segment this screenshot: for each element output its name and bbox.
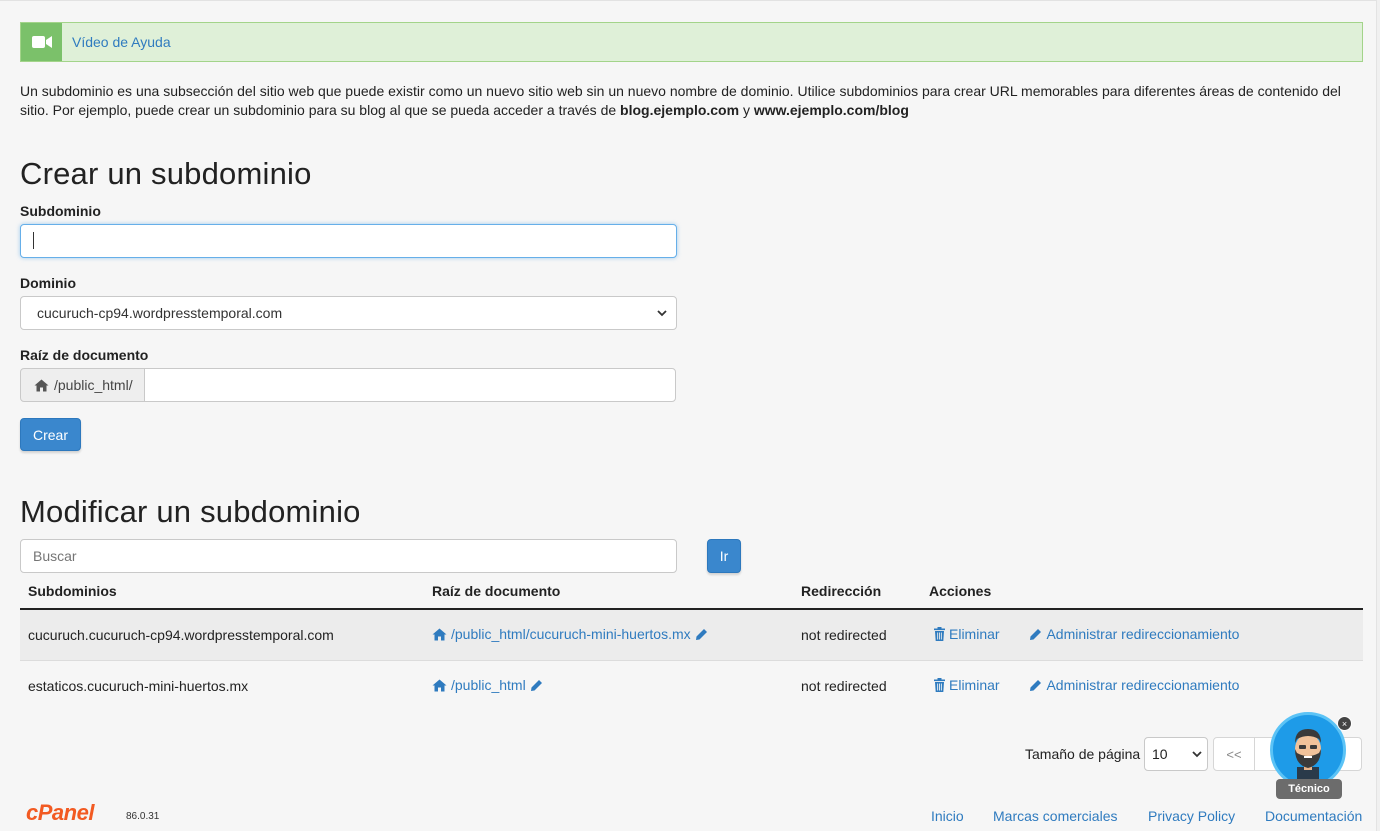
trash-icon <box>934 677 945 692</box>
top-divider <box>0 0 1380 1</box>
pencil-icon <box>1029 679 1042 692</box>
video-camera-icon <box>21 23 62 61</box>
row-redirect: not redirected <box>793 609 921 661</box>
home-icon <box>34 379 49 392</box>
subdomain-label: Subdominio <box>20 203 101 219</box>
row-subdomain: estaticos.cucuruch-mini-huertos.mx <box>20 660 424 711</box>
text-cursor <box>33 232 34 249</box>
page-size-value: 10 <box>1152 746 1168 762</box>
domain-label: Dominio <box>20 275 76 291</box>
footer-link-trademarks[interactable]: Marcas comerciales <box>993 808 1117 824</box>
delete-link[interactable]: Eliminar <box>934 677 1000 693</box>
go-button[interactable]: Ir <box>707 539 741 573</box>
page-scrollbar[interactable] <box>1376 0 1380 831</box>
home-icon <box>432 628 447 641</box>
create-button[interactable]: Crear <box>20 418 81 451</box>
subdomains-table: Subdominios Raíz de documento Redirecció… <box>20 573 1363 711</box>
pencil-icon <box>1029 628 1042 641</box>
row-redirect: not redirected <box>793 660 921 711</box>
page-size-label: Tamaño de página <box>1025 746 1141 762</box>
assistant-label[interactable]: Técnico <box>1276 779 1342 799</box>
cpanel-version: 86.0.31 <box>126 811 160 822</box>
table-header: Subdominios Raíz de documento Redirecció… <box>20 573 1363 610</box>
table-row: cucuruch.cucuruch-cp94.wordpresstemporal… <box>20 609 1363 661</box>
home-icon <box>432 679 447 692</box>
docroot-link[interactable]: /public_html <box>432 677 543 693</box>
domain-selected-value: cucuruch-cp94.wordpresstemporal.com <box>37 305 283 321</box>
chevron-down-icon <box>656 306 668 323</box>
cpanel-logo[interactable]: cPanel <box>26 800 94 826</box>
page-size-select[interactable]: 10 <box>1144 737 1208 771</box>
help-video-bar[interactable]: Vídeo de Ayuda <box>20 22 1363 62</box>
table-row: estaticos.cucuruch-mini-huertos.mx /publ… <box>20 660 1363 711</box>
column-redirect[interactable]: Redirección <box>793 573 921 610</box>
column-docroot[interactable]: Raíz de documento <box>424 573 793 610</box>
domain-select[interactable]: cucuruch-cp94.wordpresstemporal.com <box>20 296 677 330</box>
first-page-button[interactable]: << <box>1213 737 1255 771</box>
example-path: www.ejemplo.com/blog <box>753 102 909 118</box>
modify-title: Modificar un subdominio <box>20 494 361 529</box>
docroot-prefix-text: /public_html/ <box>54 377 133 393</box>
row-subdomain: cucuruch.cucuruch-cp94.wordpresstemporal… <box>20 609 424 661</box>
docroot-prefix: /public_html/ <box>20 368 145 402</box>
trash-icon <box>934 626 945 641</box>
footer-link-privacy[interactable]: Privacy Policy <box>1148 808 1235 824</box>
help-video-link[interactable]: Vídeo de Ayuda <box>72 34 171 50</box>
close-icon[interactable]: × <box>1337 716 1352 731</box>
delete-link[interactable]: Eliminar <box>934 626 1000 642</box>
example-subdomain: blog.ejemplo.com <box>620 102 740 118</box>
docroot-link[interactable]: /public_html/cucuruch-mini-huertos.mx <box>432 626 708 642</box>
pencil-icon[interactable] <box>695 628 708 641</box>
docroot-label: Raíz de documento <box>20 347 149 363</box>
pencil-icon[interactable] <box>530 679 543 692</box>
manage-redirect-link[interactable]: Administrar redireccionamiento <box>1029 626 1239 642</box>
technician-avatar[interactable] <box>1270 712 1346 788</box>
manage-redirect-link[interactable]: Administrar redireccionamiento <box>1029 677 1239 693</box>
create-title: Crear un subdominio <box>20 156 312 191</box>
docroot-input[interactable] <box>144 368 676 402</box>
support-assistant-widget[interactable]: × Técnico <box>1268 712 1352 802</box>
footer-link-home[interactable]: Inicio <box>931 808 964 824</box>
footer-link-docs[interactable]: Documentación <box>1265 808 1362 824</box>
intro-text: Un subdominio es una subsección del siti… <box>20 83 1341 118</box>
chevron-down-icon <box>1191 747 1203 764</box>
subdomain-input[interactable] <box>20 224 677 258</box>
column-actions: Acciones <box>921 573 1363 610</box>
search-input[interactable] <box>20 539 677 573</box>
column-subdomains[interactable]: Subdominios <box>20 573 424 610</box>
